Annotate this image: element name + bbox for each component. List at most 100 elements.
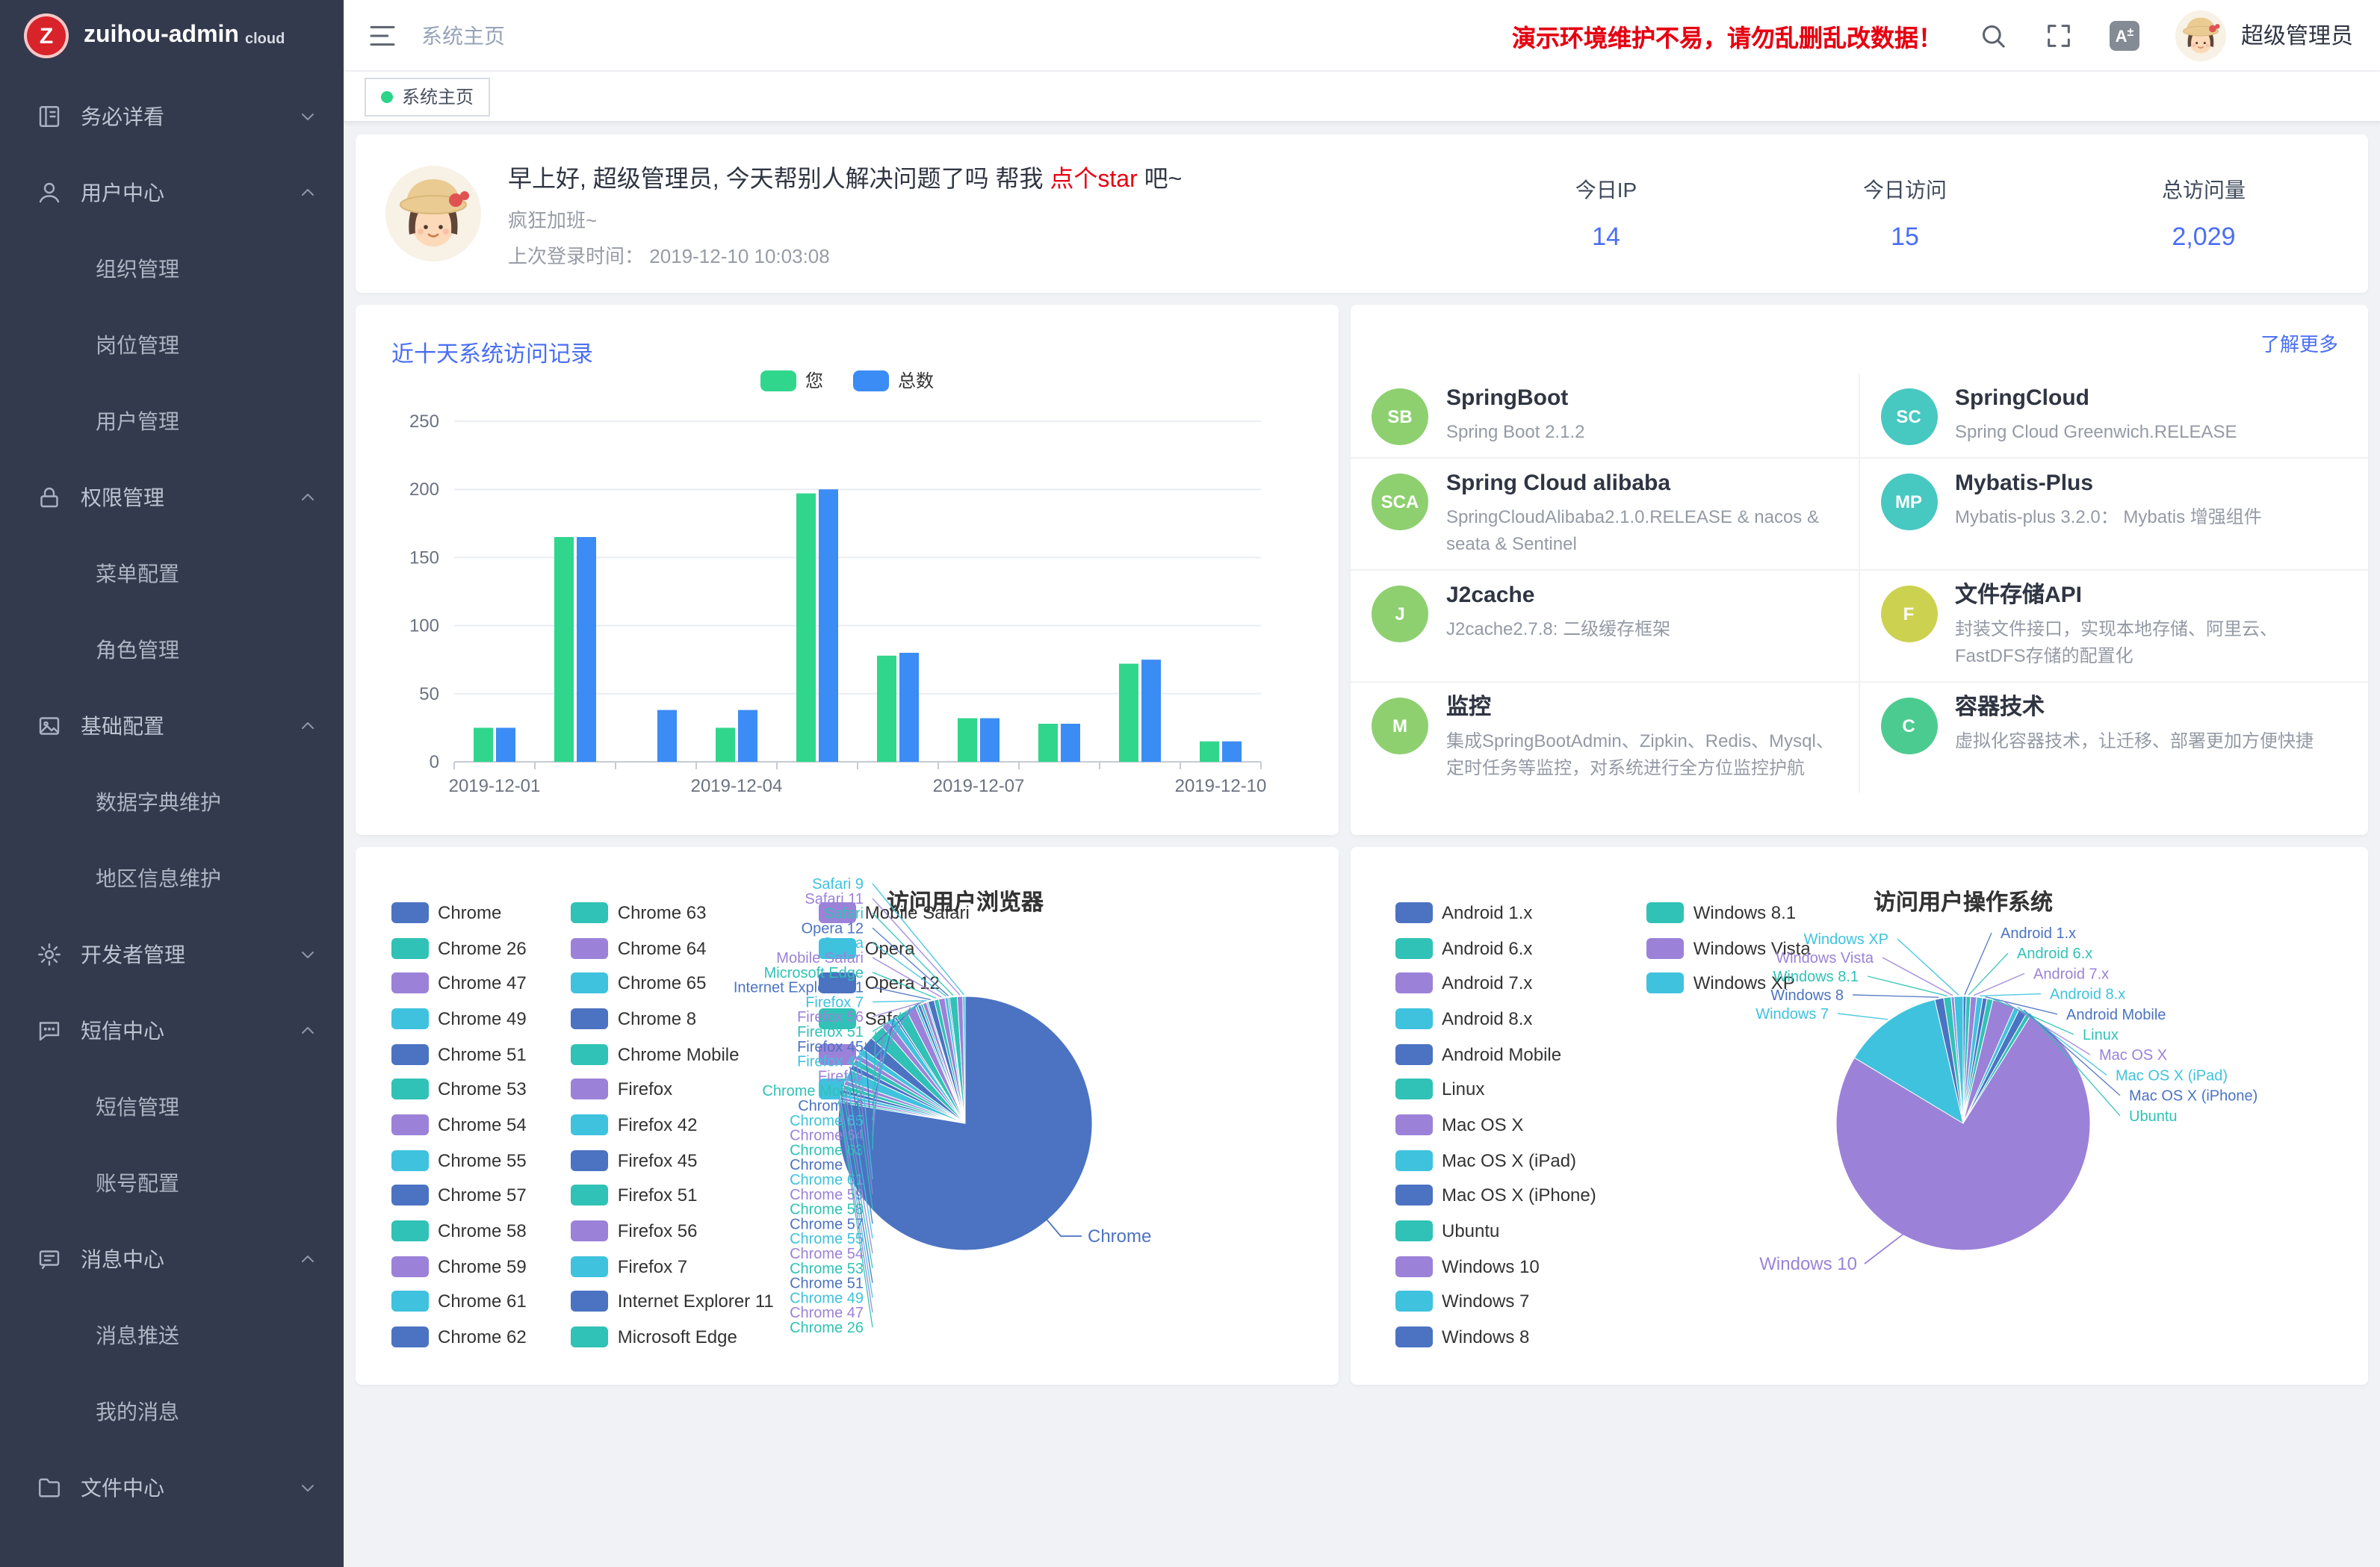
bar[interactable] [1200, 742, 1219, 762]
legend-item[interactable]: Chrome 65 [571, 966, 774, 1001]
legend-item[interactable]: Chrome 64 [571, 930, 774, 965]
legend-item[interactable]: Chrome 59 [391, 1249, 527, 1284]
tech-badge: C [1880, 698, 1937, 754]
tab-home[interactable]: 系统主页 [365, 77, 490, 116]
bar[interactable] [496, 727, 515, 762]
legend-item[interactable]: Firefox 56 [571, 1213, 774, 1248]
username[interactable]: 超级管理员 [2241, 19, 2353, 51]
legend-item[interactable]: Windows Vista [1647, 930, 1811, 965]
legend-item[interactable]: 您 [760, 367, 823, 393]
legend-item[interactable]: Mobile Safari [819, 895, 970, 930]
legend-item[interactable]: Android 8.x [1395, 1001, 1596, 1036]
sidebar-item[interactable]: 地区信息维护 [0, 840, 344, 916]
sidebar-item[interactable]: 开发者管理 [0, 916, 344, 992]
bar[interactable] [657, 710, 677, 762]
fullscreen-icon[interactable] [2044, 20, 2074, 50]
bar[interactable] [577, 537, 596, 762]
sidebar-item[interactable]: 消息推送 [0, 1297, 344, 1373]
legend-item[interactable]: Chrome 26 [391, 930, 527, 965]
bar[interactable] [1119, 664, 1138, 762]
bar[interactable] [899, 653, 919, 762]
breadcrumb[interactable]: 系统主页 [421, 20, 505, 50]
legend-item[interactable]: Firefox 42 [571, 1107, 774, 1142]
legend-item[interactable]: Microsoft Edge [571, 1320, 774, 1355]
bar[interactable] [1141, 660, 1161, 762]
legend-item[interactable]: Opera [819, 930, 970, 965]
sidebar-item[interactable]: 岗位管理 [0, 306, 344, 382]
app-logo[interactable]: Z zuihou-admin cloud [0, 0, 344, 72]
legend-item[interactable]: Chrome 57 [391, 1178, 527, 1213]
collapse-icon[interactable] [368, 20, 397, 50]
avatar[interactable] [2175, 10, 2226, 60]
legend-item[interactable]: Chrome 53 [391, 1072, 527, 1107]
sidebar-item[interactable]: 我的消息 [0, 1373, 344, 1449]
bar[interactable] [1222, 742, 1242, 762]
bar[interactable] [958, 719, 977, 762]
sidebar-item[interactable]: 菜单配置 [0, 535, 344, 611]
legend-item[interactable]: Windows 8.1 [1647, 895, 1811, 930]
legend-item[interactable]: Windows XP [1647, 966, 1811, 1001]
legend-item[interactable]: Android 7.x [1395, 966, 1596, 1001]
legend-item[interactable]: Android 6.x [1395, 930, 1596, 965]
legend-item[interactable]: Chrome 49 [391, 1001, 527, 1036]
sidebar-item[interactable]: 角色管理 [0, 611, 344, 687]
sidebar-item[interactable]: 用户中心 [0, 154, 344, 230]
learn-more-link[interactable]: 了解更多 [2260, 329, 2338, 357]
bar[interactable] [877, 656, 896, 762]
bar[interactable] [738, 710, 757, 762]
legend-item[interactable]: Chrome 61 [391, 1284, 527, 1319]
legend-item[interactable]: Firefox 45 [571, 1143, 774, 1178]
legend-swatch [1395, 1043, 1433, 1064]
sidebar-item[interactable]: 权限管理 [0, 459, 344, 535]
legend-item[interactable]: Windows 10 [1395, 1249, 1596, 1284]
legend-item[interactable]: Chrome [391, 895, 527, 930]
legend-item[interactable]: Windows 8 [1395, 1320, 1596, 1355]
bar[interactable] [819, 489, 838, 762]
legend-item[interactable]: Chrome 8 [571, 1001, 774, 1036]
bar[interactable] [554, 537, 574, 762]
legend-item[interactable]: Firefox 51 [571, 1178, 774, 1213]
legend-item[interactable]: Firefox [571, 1072, 774, 1107]
legend-item[interactable]: Mac OS X (iPad) [1395, 1143, 1596, 1178]
legend-item[interactable]: Chrome 58 [391, 1213, 527, 1248]
legend-item[interactable]: Mac OS X (iPhone) [1395, 1178, 1596, 1213]
legend-item[interactable]: Opera 12 [819, 966, 970, 1001]
legend-item[interactable]: Internet Explorer 11 [571, 1284, 774, 1319]
bar[interactable] [1061, 724, 1080, 762]
legend-item[interactable]: Firefox 7 [571, 1249, 774, 1284]
tech-title: 文件存储API [1955, 583, 2344, 609]
legend-item[interactable]: Chrome 62 [391, 1320, 527, 1355]
bar[interactable] [796, 494, 816, 762]
sidebar-item[interactable]: 用户管理 [0, 382, 344, 459]
sidebar-item[interactable]: 账号配置 [0, 1144, 344, 1220]
legend-item[interactable]: Windows 7 [1395, 1284, 1596, 1319]
bar[interactable] [474, 727, 493, 762]
legend-item[interactable]: Android 1.x [1395, 895, 1596, 930]
legend-item[interactable]: Android Mobile [1395, 1037, 1596, 1072]
sidebar-item[interactable]: 短信管理 [0, 1068, 344, 1144]
star-link[interactable]: 点个star [1050, 167, 1137, 193]
sidebar-item[interactable]: 消息中心 [0, 1220, 344, 1297]
bar[interactable] [980, 719, 1000, 762]
legend-item[interactable]: Chrome 63 [571, 895, 774, 930]
legend-item[interactable]: Chrome 51 [391, 1037, 527, 1072]
legend-item[interactable]: Chrome Mobile [571, 1037, 774, 1072]
legend-item[interactable]: Chrome 47 [391, 966, 527, 1001]
legend-item[interactable]: 总数 [853, 367, 934, 393]
sidebar-item[interactable]: 数据字典维护 [0, 763, 344, 840]
legend-item[interactable]: Ubuntu [1395, 1213, 1596, 1248]
bar[interactable] [1038, 724, 1058, 762]
legend-item[interactable]: Chrome 54 [391, 1107, 527, 1142]
sidebar-item[interactable]: 基础配置 [0, 687, 344, 763]
legend-item[interactable]: Mac OS X [1395, 1107, 1596, 1142]
sidebar-item[interactable]: 短信中心 [0, 992, 344, 1068]
sidebar-item[interactable]: 文件中心 [0, 1449, 344, 1525]
legend-label: Mac OS X (iPad) [1442, 1149, 1576, 1170]
sidebar-item[interactable]: 组织管理 [0, 230, 344, 306]
legend-item[interactable]: Chrome 55 [391, 1143, 527, 1178]
legend-item[interactable]: Linux [1395, 1072, 1596, 1107]
bar[interactable] [716, 727, 735, 762]
font-size-icon[interactable]: A± [2110, 20, 2139, 50]
sidebar-item[interactable]: 务必详看 [0, 78, 344, 154]
search-icon[interactable] [1978, 20, 2008, 50]
